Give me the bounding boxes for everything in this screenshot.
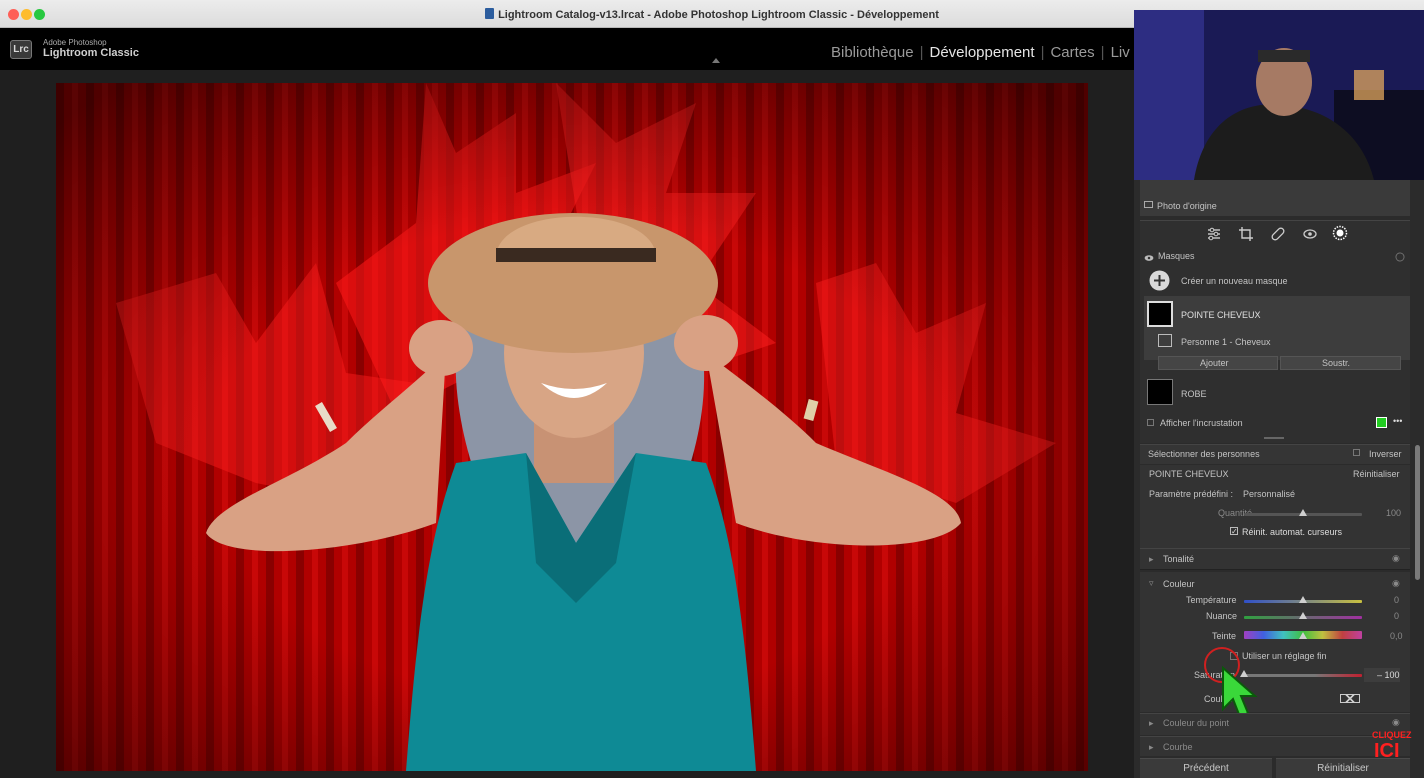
help-icon[interactable] xyxy=(1395,252,1405,262)
auto-reset-label: Réinit. automat. curseurs xyxy=(1242,527,1343,537)
add-label: Ajouter xyxy=(1200,358,1229,368)
module-develop[interactable]: Développement xyxy=(929,44,1034,61)
module-book[interactable]: Liv xyxy=(1111,44,1130,61)
mask-item-selected[interactable] xyxy=(1144,296,1410,360)
previous-button[interactable]: Précédent xyxy=(1140,758,1272,778)
color-collapse-icon[interactable]: ▿ xyxy=(1149,578,1154,589)
mask-section-title: POINTE CHEVEUX xyxy=(1149,469,1229,479)
eye-icon[interactable] xyxy=(1144,253,1154,263)
color-section-label: Couleur xyxy=(1163,579,1195,589)
collapse-top-panel-icon[interactable] xyxy=(712,58,720,63)
mask-name-robe[interactable]: ROBE xyxy=(1181,389,1207,399)
masking-icon[interactable] xyxy=(1332,225,1348,241)
invert-label: Inverser xyxy=(1369,449,1402,459)
fine-adjust-label: Utiliser un réglage fin xyxy=(1242,651,1327,661)
document-icon xyxy=(485,8,495,19)
module-library[interactable]: Bibliothèque xyxy=(831,44,914,61)
mask-thumbnail-robe[interactable] xyxy=(1147,379,1173,405)
red-eye-icon[interactable] xyxy=(1302,226,1318,242)
curve-expand-icon[interactable]: ▸ xyxy=(1149,742,1154,753)
point-color-expand-icon[interactable]: ▸ xyxy=(1149,718,1154,729)
reset-button[interactable]: Réinitialiser xyxy=(1276,758,1410,778)
color-section xyxy=(1140,572,1410,712)
show-overlay-label: Afficher l'incrustation xyxy=(1160,418,1243,428)
subtract-label: Soustr. xyxy=(1322,358,1351,368)
edit-sliders-icon[interactable] xyxy=(1206,226,1222,242)
temperature-value[interactable]: 0 xyxy=(1394,595,1399,605)
brand-line1: Adobe Photoshop xyxy=(43,38,107,47)
photo-canvas-area[interactable] xyxy=(0,70,1134,778)
saturation-slider[interactable] xyxy=(1244,674,1362,677)
saturation-value[interactable]: – 100 xyxy=(1377,670,1400,680)
point-color-label: Couleur du point xyxy=(1163,718,1230,728)
preset-dropdown[interactable]: Personnalisé xyxy=(1243,489,1295,499)
masks-header: Masques xyxy=(1158,251,1195,261)
curve-label: Courbe xyxy=(1163,742,1193,752)
tonality-label: Tonalité xyxy=(1163,554,1195,564)
module-picker: Bibliothèque | Développement | Cartes | Liv xyxy=(831,44,1130,61)
create-mask-button[interactable]: Créer un nouveau masque xyxy=(1181,276,1288,286)
watermark-line1: CLIQUEZ xyxy=(1372,730,1412,740)
invert-checkbox[interactable] xyxy=(1353,449,1360,456)
person-icon xyxy=(1158,334,1172,347)
amount-slider-thumb[interactable] xyxy=(1299,509,1307,516)
photo-image xyxy=(56,83,1088,771)
mask-name-pointe-cheveux[interactable]: POINTE CHEVEUX xyxy=(1181,310,1261,320)
hue-slider-thumb[interactable] xyxy=(1299,632,1307,639)
hue-value[interactable]: 0,0 xyxy=(1390,631,1403,641)
tint-label: Nuance xyxy=(1206,611,1238,621)
module-map[interactable]: Cartes xyxy=(1050,44,1094,61)
show-overlay-checkbox[interactable] xyxy=(1147,419,1154,426)
point-color-eye-icon[interactable]: ◉ xyxy=(1392,717,1400,728)
add-mask-icon[interactable] xyxy=(1149,270,1170,291)
panel-scrollbar[interactable] xyxy=(1415,445,1420,580)
photo-preview[interactable] xyxy=(56,83,1088,771)
auto-reset-checkbox[interactable]: ✓ xyxy=(1230,527,1238,536)
overlay-color-swatch[interactable] xyxy=(1376,417,1387,428)
amount-value[interactable]: 100 xyxy=(1386,508,1401,518)
before-label: Photo d'origine xyxy=(1157,201,1217,211)
hue-label: Teinte xyxy=(1212,631,1237,641)
more-options-icon[interactable]: ••• xyxy=(1393,416,1402,426)
temperature-slider-thumb[interactable] xyxy=(1299,596,1307,603)
tint-slider-thumb[interactable] xyxy=(1299,612,1307,619)
temperature-label: Température xyxy=(1186,595,1237,605)
right-panel: Photo d'origine Masques Créer un nouveau… xyxy=(1134,180,1424,778)
mask-thumbnail-pointe-cheveux xyxy=(1147,301,1173,327)
brand-line2: Lightroom Classic xyxy=(43,47,139,59)
resize-handle[interactable] xyxy=(1264,437,1284,439)
healing-icon[interactable] xyxy=(1270,226,1286,242)
reset-mask-button[interactable]: Réinitialiser xyxy=(1353,469,1400,479)
tonality-expand-icon[interactable]: ▸ xyxy=(1149,554,1154,565)
color-swatch-none[interactable] xyxy=(1340,694,1360,703)
select-people-label: Sélectionner des personnes xyxy=(1148,449,1260,459)
color-eye-icon[interactable]: ◉ xyxy=(1392,578,1400,589)
window-title-text: Lightroom Catalog-v13.lrcat - Adobe Phot… xyxy=(498,9,939,21)
webcam-image xyxy=(1134,10,1424,180)
crop-icon[interactable] xyxy=(1238,226,1254,242)
tint-value[interactable]: 0 xyxy=(1394,611,1399,621)
lightroom-logo: Lrc xyxy=(10,40,32,59)
preset-label: Paramètre prédéfini : xyxy=(1149,489,1234,499)
submask-label[interactable]: Personne 1 - Cheveux xyxy=(1181,337,1271,347)
before-icon xyxy=(1144,201,1153,208)
tonality-eye-icon[interactable]: ◉ xyxy=(1392,553,1400,564)
webcam-overlay xyxy=(1134,10,1424,180)
